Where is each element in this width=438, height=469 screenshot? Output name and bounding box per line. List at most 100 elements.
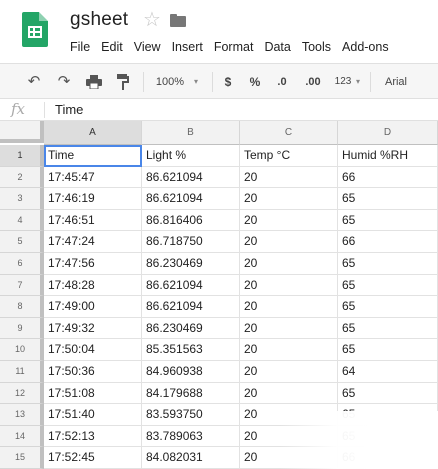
cell-c1[interactable]: Temp °C (240, 145, 338, 167)
cell-c14[interactable]: 20 (240, 425, 338, 448)
cell-a5[interactable]: 17:47:24 (44, 231, 142, 253)
cell-d11[interactable]: 64 (338, 360, 438, 383)
cell-c4[interactable]: 20 (240, 209, 338, 232)
menu-file[interactable]: File (70, 38, 90, 56)
menu-addons[interactable]: Add-ons (342, 38, 389, 56)
cell-b3[interactable]: 86.621094 (142, 188, 240, 210)
cell-c11[interactable]: 20 (240, 360, 338, 383)
row-header[interactable]: 8 (0, 296, 44, 318)
paint-format-icon[interactable] (113, 72, 133, 92)
cell-b15[interactable]: 84.082031 (142, 447, 240, 469)
more-formats-button[interactable]: 123 (332, 72, 354, 92)
cell-a15[interactable]: 17:52:45 (44, 447, 142, 469)
cell-d9[interactable]: 65 (338, 317, 438, 340)
decrease-decimals-button[interactable]: .0 (274, 72, 290, 92)
select-all-corner[interactable] (0, 121, 44, 143)
cell-b1[interactable]: Light % (142, 145, 240, 167)
zoom-select[interactable]: 100% (153, 72, 187, 92)
cell-c3[interactable]: 20 (240, 188, 338, 210)
percent-format-button[interactable]: % (248, 72, 262, 92)
cell-a13[interactable]: 17:51:40 (44, 404, 142, 426)
cell-a11[interactable]: 17:50:36 (44, 360, 142, 383)
cell-a7[interactable]: 17:48:28 (44, 274, 142, 297)
row-header[interactable]: 7 (0, 274, 44, 297)
cell-c9[interactable]: 20 (240, 317, 338, 340)
menu-view[interactable]: View (134, 38, 161, 56)
cell-b8[interactable]: 86.621094 (142, 296, 240, 318)
row-header[interactable]: 4 (0, 209, 44, 232)
cell-c13[interactable]: 20 (240, 404, 338, 426)
font-select[interactable]: Arial (380, 72, 412, 92)
cell-b14[interactable]: 83.789063 (142, 425, 240, 448)
row-header[interactable]: 13 (0, 404, 44, 426)
cell-c5[interactable]: 20 (240, 231, 338, 253)
row-header[interactable]: 5 (0, 231, 44, 253)
cell-d5[interactable]: 66 (338, 231, 438, 253)
row-header[interactable]: 2 (0, 166, 44, 189)
row-header[interactable]: 12 (0, 382, 44, 405)
row-header[interactable]: 15 (0, 447, 44, 469)
folder-icon[interactable] (170, 14, 186, 27)
cell-a9[interactable]: 17:49:32 (44, 317, 142, 340)
cell-a6[interactable]: 17:47:56 (44, 252, 142, 275)
cell-d2[interactable]: 66 (338, 166, 438, 189)
cell-a12[interactable]: 17:51:08 (44, 382, 142, 405)
zoom-dropdown-icon[interactable]: ▾ (191, 72, 201, 92)
sheets-logo-icon[interactable] (22, 12, 48, 47)
cell-d4[interactable]: 65 (338, 209, 438, 232)
menu-edit[interactable]: Edit (101, 38, 123, 56)
menu-format[interactable]: Format (214, 38, 254, 56)
currency-format-button[interactable]: $ (222, 72, 234, 92)
cell-a2[interactable]: 17:45:47 (44, 166, 142, 189)
menu-data[interactable]: Data (264, 38, 290, 56)
cell-c7[interactable]: 20 (240, 274, 338, 297)
menu-insert[interactable]: Insert (172, 38, 203, 56)
cell-d3[interactable]: 65 (338, 188, 438, 210)
row-header[interactable]: 6 (0, 252, 44, 275)
row-header[interactable]: 1 (0, 145, 44, 167)
cell-a1[interactable]: Time (44, 145, 142, 167)
cell-b12[interactable]: 84.179688 (142, 382, 240, 405)
cell-b7[interactable]: 86.621094 (142, 274, 240, 297)
increase-decimals-button[interactable]: .00 (302, 72, 324, 92)
row-header[interactable]: 10 (0, 339, 44, 361)
row-header[interactable]: 14 (0, 425, 44, 448)
cell-d14[interactable]: 65 (338, 425, 438, 448)
cell-b6[interactable]: 86.230469 (142, 252, 240, 275)
cell-b2[interactable]: 86.621094 (142, 166, 240, 189)
row-header[interactable]: 11 (0, 360, 44, 383)
column-header-d[interactable]: D (338, 121, 438, 145)
cell-a4[interactable]: 17:46:51 (44, 209, 142, 232)
cell-b11[interactable]: 84.960938 (142, 360, 240, 383)
document-title[interactable]: gsheet (70, 9, 128, 31)
cell-c2[interactable]: 20 (240, 166, 338, 189)
more-formats-dropdown-icon[interactable]: ▾ (354, 72, 362, 92)
cell-a8[interactable]: 17:49:00 (44, 296, 142, 318)
cell-a3[interactable]: 17:46:19 (44, 188, 142, 210)
cell-b10[interactable]: 85.351563 (142, 339, 240, 361)
cell-d1[interactable]: Humid %RH (338, 145, 438, 167)
cell-b5[interactable]: 86.718750 (142, 231, 240, 253)
cell-d12[interactable]: 65 (338, 382, 438, 405)
cell-d8[interactable]: 65 (338, 296, 438, 318)
star-icon[interactable]: ☆ (143, 10, 161, 30)
row-header[interactable]: 9 (0, 317, 44, 340)
formula-input[interactable]: Time (55, 102, 83, 117)
cell-d7[interactable]: 65 (338, 274, 438, 297)
column-header-a[interactable]: A (44, 121, 142, 145)
row-header[interactable]: 3 (0, 188, 44, 210)
undo-icon[interactable]: ↶ (24, 72, 44, 92)
cell-c15[interactable]: 20 (240, 447, 338, 469)
menu-tools[interactable]: Tools (302, 38, 331, 56)
cell-c12[interactable]: 20 (240, 382, 338, 405)
cell-d10[interactable]: 65 (338, 339, 438, 361)
cell-d6[interactable]: 65 (338, 252, 438, 275)
print-icon[interactable] (84, 72, 104, 92)
cell-c8[interactable]: 20 (240, 296, 338, 318)
cell-d13[interactable]: 65 (338, 404, 438, 426)
column-header-c[interactable]: C (240, 121, 338, 145)
column-header-b[interactable]: B (142, 121, 240, 145)
cell-a10[interactable]: 17:50:04 (44, 339, 142, 361)
redo-icon[interactable]: ↷ (54, 72, 74, 92)
cell-a14[interactable]: 17:52:13 (44, 425, 142, 448)
